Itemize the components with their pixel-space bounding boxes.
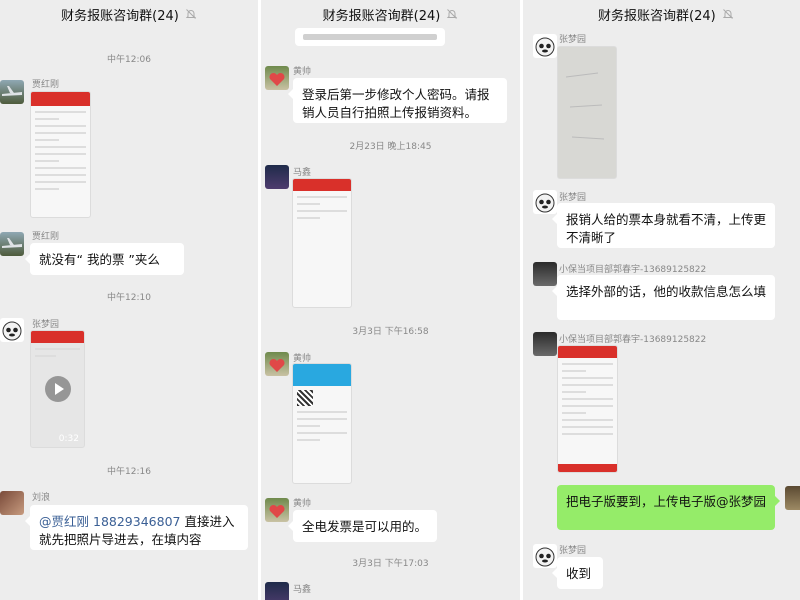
message-bubble[interactable]: 全电发票是可以用的。 [288,510,437,542]
video-message[interactable]: 0:32 [30,330,85,448]
mute-bell-icon [447,9,458,19]
panda-face-icon [535,547,555,567]
sender-name: 黄帅 [293,499,312,509]
panda-face-icon [2,321,22,341]
timestamp: 中午12:10 [107,293,151,303]
phone-link[interactable]: 18829346807 [93,514,180,529]
message-bubble[interactable]: 选择外部的话，他的收款信息怎么填 [552,275,775,320]
timestamp: 3月3日 下午17:03 [352,559,429,569]
heart-icon [269,358,285,372]
mention-link[interactable]: @贾红刚 [39,514,89,529]
my-message-bubble[interactable]: 把电子版要到，上传电子版@张梦园 [557,485,780,530]
my-avatar[interactable] [785,486,800,510]
avatar[interactable] [533,332,557,356]
cut-off-message[interactable] [295,28,445,46]
chat-title: 财务报账咨询群(24) [61,8,179,24]
timestamp: 3月3日 下午16:58 [352,327,429,337]
message-bubble[interactable]: 报销人给的票本身就看不清，上传更不清晰了 [552,203,775,248]
message-bubble[interactable]: 登录后第一步修改个人密码。请报销人员自行拍照上传报销资料。 [288,78,507,123]
chat-title: 财务报账咨询群(24) [322,8,441,24]
image-message[interactable] [292,363,352,484]
sender-name: 小保当项目部郭春宇-13689125822 [559,335,707,345]
avatar[interactable] [533,190,557,214]
avatar[interactable] [265,582,289,600]
chat-header[interactable]: 财务报账咨询群(24) [0,0,258,28]
chat-header[interactable]: 财务报账咨询群(24) [261,0,520,28]
heart-icon [269,72,285,86]
timestamp: 中午12:06 [107,55,151,65]
airplane-icon [2,86,22,96]
message-bubble[interactable]: 收到 [552,557,603,589]
avatar[interactable] [533,544,557,568]
image-message[interactable] [292,178,352,308]
sender-name: 张梦园 [559,35,587,45]
avatar[interactable] [265,352,289,376]
image-message[interactable] [557,345,618,473]
play-icon[interactable] [44,376,71,402]
chat-panel-2: 财务报账咨询群(24) 黄帅 登录后第一步修改个人密码。请报销人员自行拍照上传报… [261,0,520,600]
avatar[interactable] [0,318,24,342]
panda-face-icon [535,37,555,57]
avatar[interactable] [0,232,24,256]
chat-header[interactable]: 财务报账咨询群(24) [523,0,800,28]
heart-icon [269,504,285,518]
avatar[interactable] [265,165,289,189]
chat-title: 财务报账咨询群(24) [598,8,716,24]
chat-panel-1: 财务报账咨询群(24) 中午12:06 贾红刚 贾红刚 就没有“ 我的票 ”夹么… [0,0,258,600]
avatar[interactable] [265,66,289,90]
video-duration: 0:32 [58,434,79,444]
timestamp: 中午12:16 [107,467,151,477]
message-bubble[interactable]: @贾红刚 18829346807 直接进入就先把照片导进去，在填内容 [25,505,248,550]
image-message[interactable] [30,91,91,218]
sender-name: 小保当项目部郭春宇-13689125822 [559,265,707,275]
airplane-icon [2,238,22,248]
qr-code-icon [297,390,313,406]
sender-name: 张梦园 [32,320,60,330]
sender-name: 马鑫 [293,168,312,178]
timestamp: 2月23日 晚上18:45 [349,142,432,152]
mute-bell-icon [722,9,733,19]
sender-name: 黄帅 [293,67,312,77]
avatar[interactable] [533,34,557,58]
sender-name: 张梦园 [559,193,587,203]
sender-name: 张梦园 [559,546,587,556]
panda-face-icon [535,193,555,213]
sender-name: 刘浪 [32,493,51,503]
avatar[interactable] [533,262,557,286]
chat-panel-3: 财务报账咨询群(24) 张梦园 张梦园 报销人给的票本身就看不清，上传更不清晰了… [523,0,800,600]
sender-name: 贾红刚 [32,232,60,242]
receipt-photo [565,72,605,140]
image-message[interactable] [557,46,617,179]
message-bubble[interactable]: 就没有“ 我的票 ”夹么 [25,243,184,275]
avatar[interactable] [0,80,24,104]
sender-name: 贾红刚 [32,80,60,90]
avatar[interactable] [265,498,289,522]
mute-bell-icon [185,9,197,19]
sender-name: 马鑫 [293,585,312,595]
avatar[interactable] [0,491,24,515]
